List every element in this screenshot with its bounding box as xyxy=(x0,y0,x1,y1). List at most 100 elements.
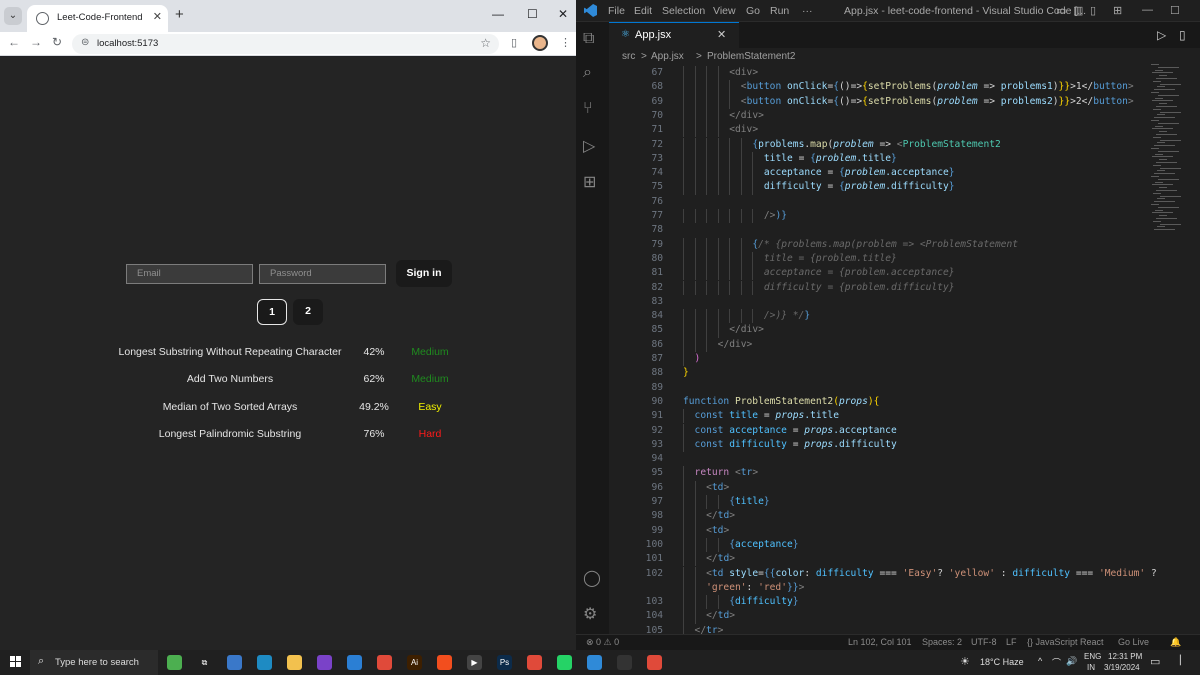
layout-panel-icon[interactable]: ▭ xyxy=(1056,4,1066,17)
code-line[interactable]: <div> xyxy=(729,66,758,80)
code-line[interactable]: </td> xyxy=(706,552,735,566)
code-line[interactable]: </td> xyxy=(706,609,735,623)
menu-more[interactable]: ··· xyxy=(802,5,813,17)
split-editor-icon[interactable]: ▯ xyxy=(1179,28,1186,42)
photoshop-icon[interactable]: Ps xyxy=(497,655,512,670)
weather-icon[interactable]: ☀ xyxy=(960,655,970,668)
email-input[interactable]: Email xyxy=(126,264,253,284)
layout-sidebar-icon[interactable]: ▯ xyxy=(1090,4,1096,17)
go-live-button[interactable]: Go Live xyxy=(1118,637,1149,647)
minimap[interactable] xyxy=(1151,64,1191,244)
code-line[interactable]: return <tr> xyxy=(695,466,759,480)
code-line[interactable]: {/* {problems.map(problem => <ProblemSta… xyxy=(752,238,1018,252)
customize-layout-icon[interactable]: ⊞ xyxy=(1113,4,1122,17)
weather-text[interactable]: 18°C Haze xyxy=(980,657,1024,667)
chrome3-icon[interactable] xyxy=(647,655,662,670)
code-line[interactable]: <td style={{color: difficulty === 'Easy'… xyxy=(706,567,1157,581)
run-file-icon[interactable]: ▷ xyxy=(1157,28,1166,42)
mail-icon[interactable] xyxy=(347,655,362,670)
store-icon[interactable] xyxy=(227,655,242,670)
menu-kebab-icon[interactable]: ⋮ xyxy=(560,36,571,49)
notification-center-icon[interactable]: ▭ xyxy=(1150,655,1160,668)
minimize-icon[interactable]: — xyxy=(492,7,504,21)
code-line[interactable]: </div> xyxy=(718,338,753,352)
taskbar-search[interactable]: ⌕ Type here to search xyxy=(30,650,158,675)
code-line[interactable]: <button onClick={()=>{setProblems(proble… xyxy=(741,95,1134,109)
chrome-icon[interactable] xyxy=(377,655,392,670)
vscode-icon[interactable] xyxy=(587,655,602,670)
notifications-icon[interactable]: 🔔 xyxy=(1170,637,1181,648)
github-icon[interactable] xyxy=(617,655,632,670)
explorer-icon[interactable] xyxy=(287,655,302,670)
bookmark-star-icon[interactable]: ☆ xyxy=(480,36,491,50)
site-info-icon[interactable]: ⊜ xyxy=(81,37,89,48)
tab-app-jsx[interactable]: ⚛ App.jsx ✕ xyxy=(609,22,739,48)
network-icon[interactable]: ⌒ xyxy=(1052,656,1061,669)
code-line[interactable]: />)} xyxy=(764,209,787,223)
signin-button[interactable]: Sign in xyxy=(396,260,452,287)
code-line[interactable]: </div> xyxy=(729,323,764,337)
settings-gear-icon[interactable]: ⚙ xyxy=(583,604,597,624)
chrome2-icon[interactable] xyxy=(527,655,542,670)
cortana-icon[interactable] xyxy=(167,655,182,670)
code-line[interactable]: function ProblemStatement2(props){ xyxy=(683,395,879,409)
address-bar[interactable]: ⊜ localhost:5173 ☆ xyxy=(72,34,499,54)
cursor-position[interactable]: Ln 102, Col 101 xyxy=(848,637,912,647)
illustrator-icon[interactable]: Ai xyxy=(407,655,422,670)
code-line[interactable]: />)} */} xyxy=(764,309,810,323)
close-window-icon[interactable]: ✕ xyxy=(558,7,568,21)
explorer-icon[interactable]: ⧉ xyxy=(583,30,594,48)
reload-icon[interactable]: ↻ xyxy=(52,35,62,49)
breadcrumb-src[interactable]: src xyxy=(622,51,635,62)
code-line[interactable]: const acceptance = props.acceptance xyxy=(695,424,897,438)
problems-count[interactable]: ⊗ 0 ⚠ 0 xyxy=(586,637,619,648)
maximize-icon[interactable]: ☐ xyxy=(527,7,538,21)
media-icon[interactable]: ▶ xyxy=(467,655,482,670)
language-mode[interactable]: {} JavaScript React xyxy=(1027,637,1104,647)
encoding[interactable]: UTF-8 xyxy=(971,637,997,647)
figma-icon[interactable] xyxy=(437,655,452,670)
code-line[interactable]: <button onClick={()=>{setProblems(proble… xyxy=(741,80,1134,94)
code-line[interactable]: difficulty = {problem.difficulty} xyxy=(764,281,955,295)
code-line[interactable]: title = {problem.title} xyxy=(764,252,897,266)
code-line[interactable]: {problems.map(problem => <ProblemStateme… xyxy=(752,138,1000,152)
menu-selection[interactable]: Selection xyxy=(662,5,705,17)
menu-run[interactable]: Run xyxy=(770,5,789,17)
menu-file[interactable]: File xyxy=(608,5,625,17)
password-input[interactable]: Password xyxy=(259,264,386,284)
code-line[interactable]: const title = props.title xyxy=(695,409,839,423)
code-line[interactable]: {title} xyxy=(729,495,769,509)
account-icon[interactable]: ◯ xyxy=(583,568,601,588)
source-control-icon[interactable]: ⑂ xyxy=(583,100,593,118)
code-line[interactable]: title = {problem.title} xyxy=(764,152,897,166)
tray-chevron-icon[interactable]: ^ xyxy=(1038,656,1042,666)
code-line[interactable]: acceptance = {problem.acceptance} xyxy=(764,166,955,180)
menu-view[interactable]: View xyxy=(713,5,736,17)
whatsapp-icon[interactable] xyxy=(557,655,572,670)
code-line[interactable]: 'green': 'red'}}> xyxy=(706,581,804,595)
new-tab-button[interactable]: + xyxy=(175,6,184,23)
minimize-icon[interactable]: — xyxy=(1142,4,1153,16)
jetbrains-icon[interactable] xyxy=(317,655,332,670)
breadcrumb-file[interactable]: App.jsx xyxy=(651,51,684,62)
code-line[interactable]: </div> xyxy=(729,109,764,123)
code-line[interactable]: {difficulty} xyxy=(729,595,798,609)
menu-edit[interactable]: Edit xyxy=(634,5,652,17)
region-indicator[interactable]: IN xyxy=(1087,663,1095,672)
maximize-icon[interactable]: ☐ xyxy=(1170,4,1180,17)
back-icon[interactable]: ← xyxy=(8,35,20,49)
layout-editor-icon[interactable]: ▥ xyxy=(1073,4,1083,17)
code-line[interactable]: <td> xyxy=(706,524,729,538)
language-indicator[interactable]: ENG xyxy=(1084,652,1101,661)
search-icon[interactable]: ⌕ xyxy=(583,64,592,82)
code-line[interactable]: acceptance = {problem.acceptance} xyxy=(764,266,955,280)
page-1-button[interactable]: 1 xyxy=(257,299,287,325)
avatar[interactable] xyxy=(532,35,548,51)
task-view-icon[interactable]: ⧉ xyxy=(197,655,212,670)
close-tab-icon[interactable]: ✕ xyxy=(153,10,162,23)
code-line[interactable]: </td> xyxy=(706,509,735,523)
menu-go[interactable]: Go xyxy=(746,5,760,17)
sidepanel-icon[interactable]: ▯ xyxy=(511,36,517,49)
indentation[interactable]: Spaces: 2 xyxy=(922,637,962,647)
breadcrumb-symbol[interactable]: ProblemStatement2 xyxy=(707,51,795,62)
